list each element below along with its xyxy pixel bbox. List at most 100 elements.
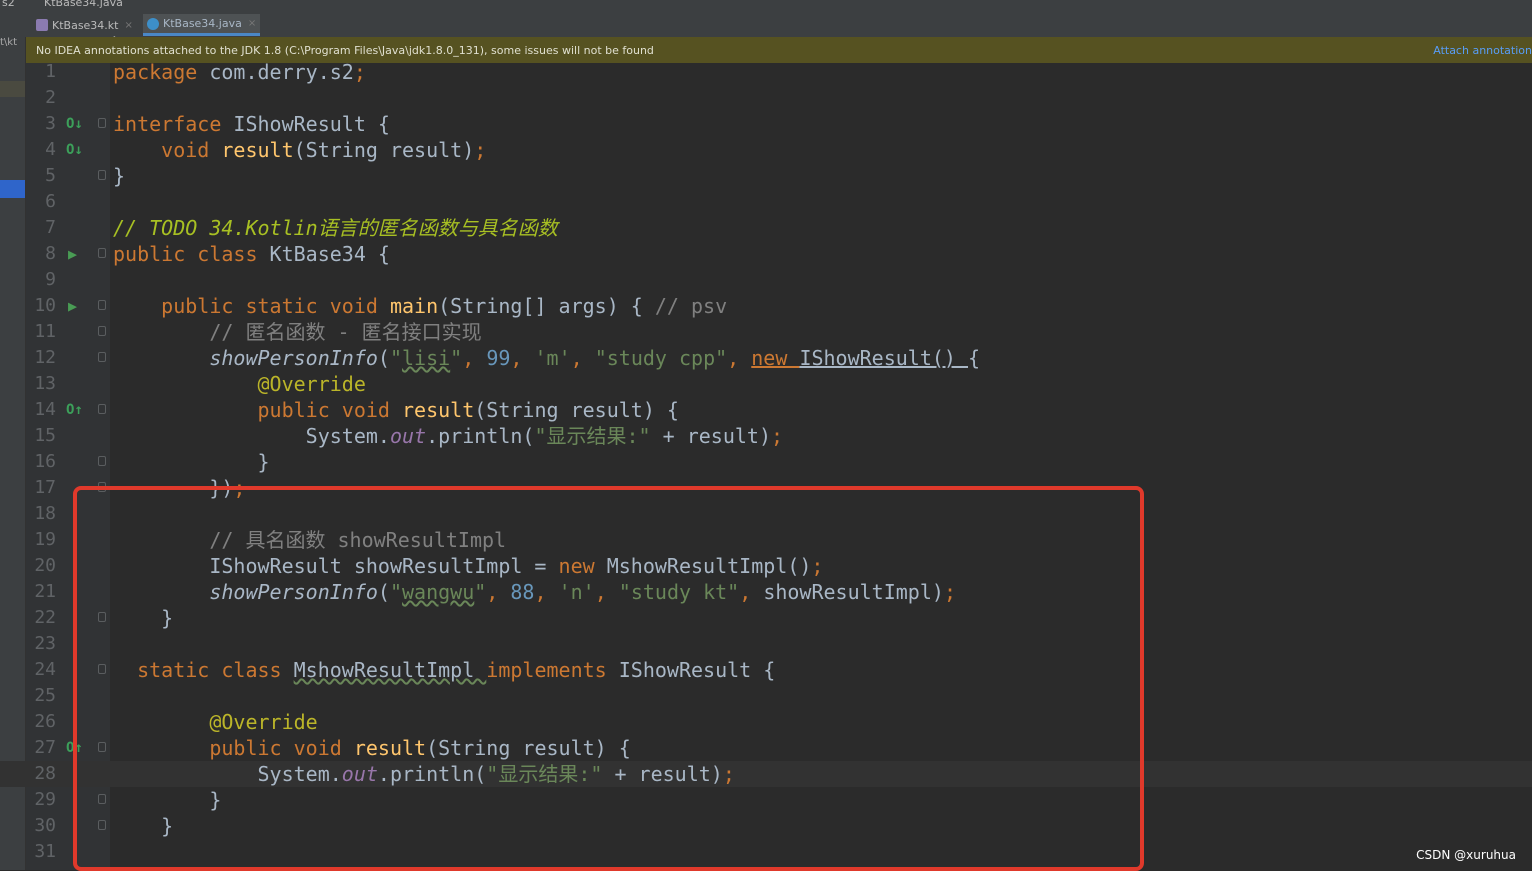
- fold-marker-icon[interactable]: [98, 248, 106, 258]
- editor-tab-bar: KtBase34.kt × KtBase34.java × ➤: [0, 11, 1532, 49]
- line-number[interactable]: 15: [26, 423, 56, 449]
- line-number[interactable]: 16: [26, 449, 56, 475]
- line-number[interactable]: 24: [26, 657, 56, 683]
- close-tab-icon[interactable]: ×: [125, 20, 133, 31]
- code-text: interface IShowResult {: [113, 112, 390, 136]
- code-line[interactable]: 27 O↑ public void result(String result) {: [0, 735, 1532, 761]
- fold-marker-icon[interactable]: [98, 300, 106, 310]
- code-line[interactable]: 10 ▶ public static void main(String[] arg…: [0, 293, 1532, 319]
- fold-marker-icon[interactable]: [98, 352, 106, 362]
- code-line[interactable]: 5}: [0, 163, 1532, 189]
- line-number[interactable]: 21: [26, 579, 56, 605]
- code-line[interactable]: 31: [0, 839, 1532, 865]
- fold-marker-icon[interactable]: [98, 742, 106, 752]
- code-line[interactable]: 4 O↓ void result(String result);: [0, 137, 1532, 163]
- code-line[interactable]: 16 }: [0, 449, 1532, 475]
- close-tab-icon[interactable]: ×: [248, 18, 256, 29]
- java-class-icon: [147, 17, 159, 30]
- code-line[interactable]: 14 O↑ public void result(String result) {: [0, 397, 1532, 423]
- code-line[interactable]: 12 showPersonInfo("lisi", 99, 'm', "stud…: [0, 345, 1532, 371]
- code-line[interactable]: 22 }: [0, 605, 1532, 631]
- breadcrumb: s2 KtBase34.java: [0, 0, 1532, 11]
- code-line[interactable]: 20 IShowResult showResultImpl = new Msho…: [0, 553, 1532, 579]
- line-number[interactable]: 8: [26, 241, 56, 267]
- code-line[interactable]: 19 // 具名函数 showResultImpl: [0, 527, 1532, 553]
- watermark: CSDN @xuruhua: [1416, 848, 1516, 862]
- fold-marker-icon[interactable]: [98, 794, 106, 804]
- line-number[interactable]: 3: [26, 111, 56, 137]
- line-number[interactable]: 18: [26, 501, 56, 527]
- fold-marker-icon[interactable]: [98, 170, 106, 180]
- fold-marker-icon[interactable]: [98, 118, 106, 128]
- line-number[interactable]: 6: [26, 189, 56, 215]
- line-number[interactable]: 17: [26, 475, 56, 501]
- overrides-icon[interactable]: O↑: [66, 735, 83, 761]
- line-number[interactable]: 25: [26, 683, 56, 709]
- code-line[interactable]: 21 showPersonInfo("wangwu", 88, 'n', "st…: [0, 579, 1532, 605]
- line-number[interactable]: 9: [26, 267, 56, 293]
- line-number[interactable]: 12: [26, 345, 56, 371]
- line-number[interactable]: 23: [26, 631, 56, 657]
- jdk-annotations-notice: No IDEA annotations attached to the JDK …: [26, 37, 1532, 63]
- fold-marker-icon[interactable]: [98, 482, 106, 492]
- code-line[interactable]: 9: [0, 267, 1532, 293]
- line-number[interactable]: 30: [26, 813, 56, 839]
- line-number[interactable]: 7: [26, 215, 56, 241]
- breadcrumb-project[interactable]: s2: [2, 0, 15, 9]
- code-line[interactable]: 13 @Override: [0, 371, 1532, 397]
- fold-marker-icon[interactable]: [98, 664, 106, 674]
- line-number[interactable]: 5: [26, 163, 56, 189]
- code-line[interactable]: 24 static class MshowResultImpl implemen…: [0, 657, 1532, 683]
- line-number[interactable]: 29: [26, 787, 56, 813]
- tab-label: KtBase34.java: [163, 17, 242, 30]
- code-text: public void result(String result) {: [209, 736, 631, 760]
- line-number[interactable]: 31: [26, 839, 56, 865]
- code-line[interactable]: 8 ▶ public class KtBase34 {: [0, 241, 1532, 267]
- line-number[interactable]: 11: [26, 319, 56, 345]
- fold-marker-icon[interactable]: [98, 404, 106, 414]
- code-line[interactable]: 15 System.out.println("显示结果:" + result);: [0, 423, 1532, 449]
- code-line[interactable]: 11 // 匿名函数 - 匿名接口实现: [0, 319, 1532, 345]
- line-number[interactable]: 28: [26, 761, 56, 787]
- code-line[interactable]: 29 }: [0, 787, 1532, 813]
- code-text: });: [113, 476, 246, 500]
- tab-ktbase34-java[interactable]: KtBase34.java ×: [143, 14, 261, 36]
- overrides-icon[interactable]: O↑: [66, 397, 83, 423]
- code-line[interactable]: 2: [0, 85, 1532, 111]
- code-text: static class MshowResultImpl implements …: [137, 658, 776, 682]
- fold-marker-icon[interactable]: [98, 456, 106, 466]
- code-line[interactable]: 23: [0, 631, 1532, 657]
- line-number[interactable]: 10: [26, 293, 56, 319]
- code-line[interactable]: 17 });: [0, 475, 1532, 501]
- code-text: IShowResult showResultImpl = new MshowRe…: [113, 554, 824, 578]
- attach-annotations-link[interactable]: Attach annotation: [1433, 44, 1532, 57]
- line-number[interactable]: 4: [26, 137, 56, 163]
- fold-marker-icon[interactable]: [98, 612, 106, 622]
- breadcrumb-file[interactable]: KtBase34.java: [44, 0, 123, 9]
- code-line[interactable]: 26 @Override: [0, 709, 1532, 735]
- code-line[interactable]: 30 }: [0, 813, 1532, 839]
- fold-marker-icon[interactable]: [98, 820, 106, 830]
- line-number[interactable]: 20: [26, 553, 56, 579]
- code-text: System.out.println("显示结果:" + result);: [113, 424, 784, 448]
- run-icon[interactable]: ▶: [68, 241, 77, 267]
- implemented-icon[interactable]: O↓: [66, 111, 83, 137]
- code-line[interactable]: 7 // TODO 34.Kotlin语言的匿名函数与具名函数: [0, 215, 1532, 241]
- line-number[interactable]: 14: [26, 397, 56, 423]
- code-text: // 匿名函数 - 匿名接口实现: [209, 320, 482, 344]
- code-line[interactable]: 28 System.out.println("显示结果:" + result);: [0, 761, 1532, 787]
- line-number[interactable]: 13: [26, 371, 56, 397]
- line-number[interactable]: 2: [26, 85, 56, 111]
- line-number[interactable]: 19: [26, 527, 56, 553]
- code-line[interactable]: 6: [0, 189, 1532, 215]
- line-number[interactable]: 27: [26, 735, 56, 761]
- fold-marker-icon[interactable]: [98, 326, 106, 336]
- line-number[interactable]: 26: [26, 709, 56, 735]
- run-icon[interactable]: ▶: [68, 293, 77, 319]
- code-line[interactable]: 3 O↓ interface IShowResult {: [0, 111, 1532, 137]
- line-number[interactable]: 22: [26, 605, 56, 631]
- implemented-icon[interactable]: O↓: [66, 137, 83, 163]
- code-line[interactable]: 18: [0, 501, 1532, 527]
- code-editor[interactable]: 1 package com.derry.s2; 2 3 O↓ interface ISho…: [0, 59, 1532, 870]
- code-line[interactable]: 25: [0, 683, 1532, 709]
